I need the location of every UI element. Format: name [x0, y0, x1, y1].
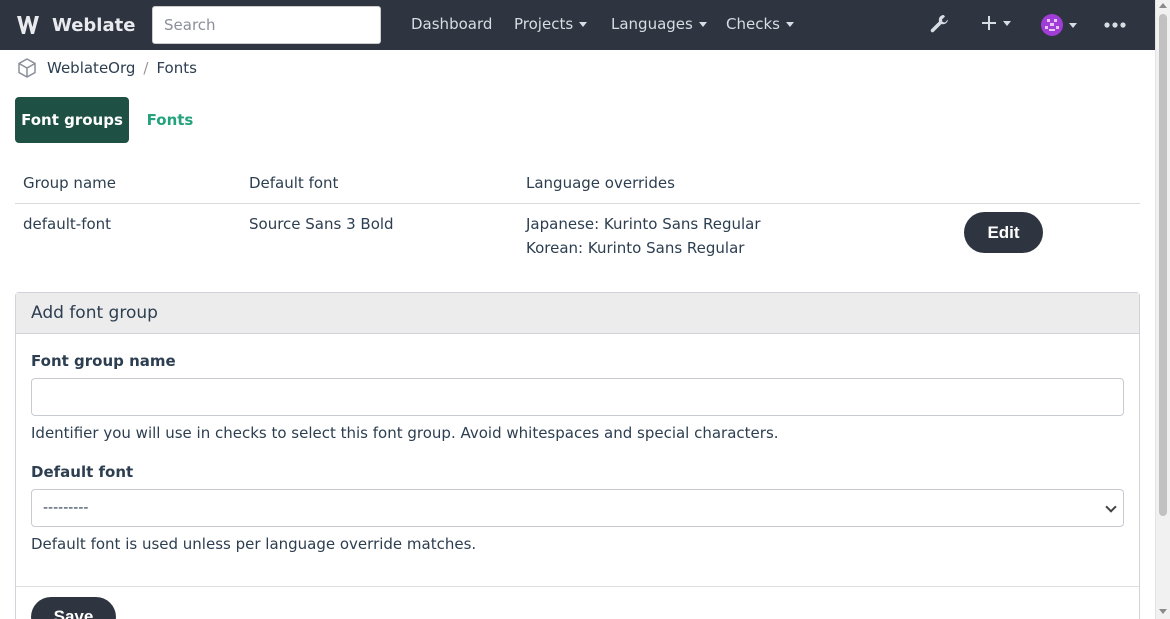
font-group-name-input[interactable] — [31, 378, 1124, 416]
cell-group-name: default-font — [23, 215, 112, 233]
nav-checks[interactable]: Checks — [726, 15, 794, 33]
nav-languages-label: Languages — [611, 15, 693, 33]
plus-icon — [982, 16, 996, 30]
scrollbar-thumb[interactable] — [1159, 14, 1167, 516]
more-icon[interactable] — [1104, 21, 1126, 29]
breadcrumb-current-link[interactable]: Fonts — [156, 59, 196, 77]
tab-font-groups[interactable]: Font groups — [15, 97, 129, 143]
chevron-down-icon — [785, 22, 794, 27]
user-menu[interactable] — [1041, 14, 1077, 36]
add-font-group-panel: Add font group — [15, 292, 1140, 619]
cell-default-font: Source Sans 3 Bold — [249, 215, 394, 233]
scroll-up-icon[interactable] — [1159, 3, 1167, 8]
nav-projects-label: Projects — [514, 15, 574, 33]
font-group-name-help: Identifier you will use in checks to sel… — [31, 424, 779, 442]
organization-icon — [18, 58, 36, 78]
breadcrumb: WeblateOrg / Fonts — [17, 58, 197, 78]
brand[interactable]: Weblate — [14, 12, 135, 38]
tab-fonts[interactable]: Fonts — [140, 97, 200, 143]
default-font-help: Default font is used unless per language… — [31, 535, 477, 553]
chevron-down-icon — [1003, 20, 1011, 26]
nav-checks-label: Checks — [726, 15, 780, 33]
search-input[interactable] — [152, 6, 381, 44]
weblate-logo-icon — [17, 16, 39, 34]
top-navbar: Weblate Dashboard Projects Languages Che… — [0, 0, 1155, 50]
breadcrumb-org-link[interactable]: WeblateOrg — [47, 59, 135, 77]
edit-button[interactable]: Edit — [964, 212, 1043, 253]
chevron-down-icon — [698, 22, 707, 27]
page-scrollbar[interactable] — [1155, 0, 1170, 619]
chevron-down-icon — [579, 22, 588, 27]
default-font-label: Default font — [31, 463, 134, 481]
cell-override: Korean: Kurinto Sans Regular — [526, 239, 745, 257]
column-header-default-font: Default font — [249, 174, 339, 192]
avatar-icon — [1041, 14, 1063, 36]
font-group-name-label: Font group name — [31, 352, 176, 370]
nav-projects[interactable]: Projects — [514, 15, 588, 33]
chevron-down-icon — [1069, 22, 1077, 28]
default-font-selected-value: --------- — [43, 500, 89, 516]
breadcrumb-separator: / — [143, 59, 149, 77]
add-menu[interactable] — [981, 15, 1011, 31]
wrench-icon[interactable] — [928, 13, 950, 35]
column-header-language-overrides: Language overrides — [526, 174, 675, 192]
save-button[interactable]: Save — [31, 597, 116, 619]
form-footer-divider — [16, 586, 1139, 587]
brand-name: Weblate — [52, 14, 136, 36]
panel-title: Add font group — [16, 293, 1139, 334]
scroll-down-icon[interactable] — [1159, 609, 1167, 614]
column-header-group-name: Group name — [23, 174, 116, 192]
nav-languages[interactable]: Languages — [611, 15, 707, 33]
default-font-select[interactable]: --------- — [31, 489, 1124, 527]
nav-dashboard[interactable]: Dashboard — [411, 15, 492, 33]
table-divider — [15, 203, 1140, 204]
cell-override: Japanese: Kurinto Sans Regular — [526, 215, 761, 233]
chevron-down-icon — [1105, 501, 1117, 513]
